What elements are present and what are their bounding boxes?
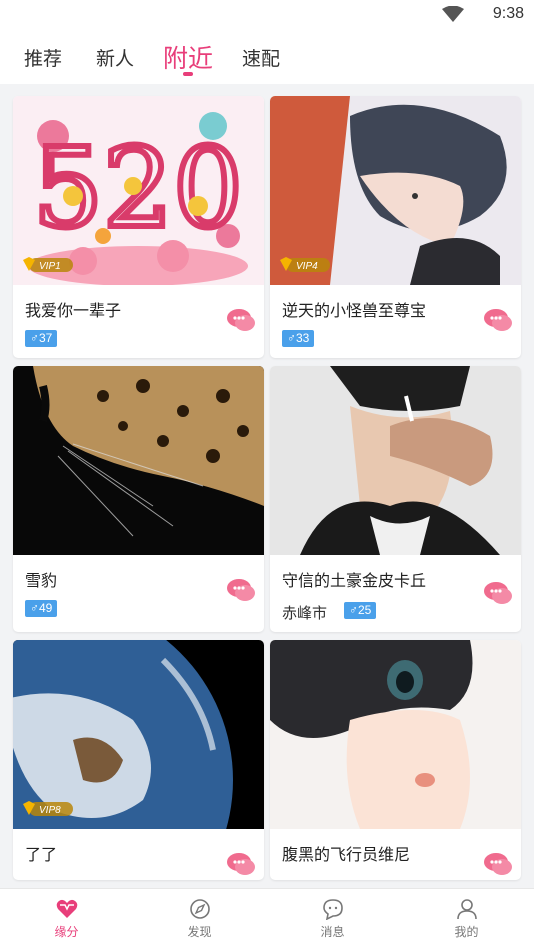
user-photo: VIP4 <box>270 96 521 285</box>
chat-icon[interactable] <box>483 581 513 605</box>
svg-text:VIP1: VIP1 <box>39 261 61 272</box>
chat-icon[interactable] <box>226 308 256 332</box>
tab-recommend[interactable]: 推荐 <box>24 44 62 71</box>
user-photo <box>13 366 264 555</box>
user-nickname: 腹黑的飞行员维尼 <box>282 845 411 864</box>
user-photo: VIP8 <box>13 640 264 829</box>
chat-icon[interactable] <box>483 308 513 332</box>
user-card[interactable]: 守信的土豪金皮卡丘 赤峰市 ♂25 <box>270 366 521 632</box>
gender-age-badge: ♂49 <box>25 600 58 617</box>
tab-nearby[interactable]: 附近 <box>163 39 213 75</box>
vip-badge: VIP8 <box>23 801 73 816</box>
nav-messages[interactable]: 消息 <box>266 889 399 949</box>
user-city: 赤峰市 <box>282 604 328 622</box>
user-card[interactable]: VIP8 了了 <box>13 640 264 880</box>
user-card[interactable]: 腹黑的飞行员维尼 <box>270 640 521 880</box>
user-card[interactable]: VIP4 逆天的小怪兽至尊宝 ♂33 <box>270 96 521 358</box>
gender-age-badge: ♂25 <box>344 602 377 619</box>
bottom-navigation: 缘分 发现 消息 我的 <box>0 888 534 949</box>
gender-age-badge: ♂37 <box>25 330 58 347</box>
wifi-icon <box>442 6 464 22</box>
compass-icon <box>190 899 210 919</box>
svg-text:VIP8: VIP8 <box>39 805 61 816</box>
user-nickname: 守信的土豪金皮卡丘 <box>282 571 427 590</box>
user-nickname: 了了 <box>25 845 58 864</box>
user-photo: 520 VIP1 <box>13 96 264 285</box>
tab-new[interactable]: 新人 <box>96 44 134 71</box>
user-nickname: 我爱你一辈子 <box>25 301 122 320</box>
heart-icon <box>56 899 78 918</box>
nav-fate[interactable]: 缘分 <box>0 889 133 949</box>
user-photo <box>270 366 521 555</box>
chat-icon[interactable] <box>226 578 256 602</box>
user-photo <box>270 640 521 829</box>
user-nickname: 雪豹 <box>25 571 58 590</box>
status-bar: 9:38 <box>0 0 534 30</box>
chat-icon[interactable] <box>483 852 513 876</box>
nav-discover[interactable]: 发现 <box>133 889 266 949</box>
vip-badge: VIP1 <box>23 257 73 272</box>
nav-profile[interactable]: 我的 <box>400 889 533 949</box>
tab-indicator <box>183 72 193 76</box>
top-tabs: 推荐 新人 附近 速配 <box>0 30 534 84</box>
vip-badge: VIP4 <box>280 257 330 272</box>
message-icon <box>323 899 343 920</box>
user-nickname: 逆天的小怪兽至尊宝 <box>282 301 427 320</box>
user-icon <box>457 899 477 920</box>
gender-age-badge: ♂33 <box>282 330 315 347</box>
user-card[interactable]: 雪豹 ♂49 <box>13 366 264 632</box>
tab-match[interactable]: 速配 <box>242 44 280 71</box>
user-card[interactable]: 520 VIP1 我爱你一辈子 ♂37 <box>13 96 264 358</box>
status-time: 9:38 <box>492 5 524 22</box>
svg-text:VIP4: VIP4 <box>296 261 318 272</box>
chat-icon[interactable] <box>226 852 256 876</box>
